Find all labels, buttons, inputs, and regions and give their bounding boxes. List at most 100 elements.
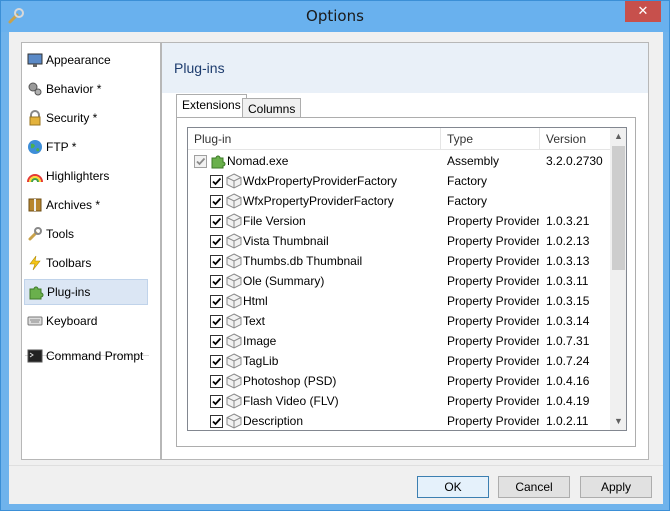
plugin-name: Image (243, 334, 277, 348)
sidebar-item-security[interactable]: Security * (24, 105, 148, 131)
table-row[interactable]: Photoshop (PSD) Property Provider 1.0.4.16 (188, 371, 610, 391)
plugin-list[interactable]: Plug-in Type Version Nomad.exe Assembly 3.… (187, 127, 627, 431)
column-header-plug-in[interactable]: Plug-in (188, 128, 441, 150)
enable-checkbox[interactable] (210, 355, 223, 368)
enable-checkbox[interactable] (210, 335, 223, 348)
plugin-version: 1.0.4.19 (546, 394, 590, 408)
table-row[interactable]: TagLib Property Provider 1.0.7.24 (188, 351, 610, 371)
enable-checkbox[interactable] (210, 255, 223, 268)
plugin-version (546, 191, 610, 211)
table-row[interactable]: Flash Video (FLV) Property Provider 1.0.4.… (188, 391, 610, 411)
table-row[interactable]: Text Property Provider 1.0.3.14 (188, 311, 610, 331)
gears-icon (28, 82, 42, 96)
sidebar-item-keyboard[interactable]: Keyboard (24, 308, 148, 334)
plugin-name: WdxPropertyProviderFactory (243, 174, 398, 188)
cancel-button[interactable]: Cancel (498, 476, 570, 498)
category-sidebar: Appearance Behavior * Security * FTP * H… (21, 42, 161, 460)
table-row[interactable]: File Version Property Provider 1.0.3.21 (188, 211, 610, 231)
plugin-name: Html (243, 294, 268, 308)
scroll-up-arrow-icon[interactable]: ▲ (610, 128, 626, 145)
sidebar-item-tools[interactable]: Tools (24, 221, 148, 247)
table-row[interactable]: WdxPropertyProviderFactory Factory (188, 171, 610, 191)
table-row[interactable]: Description Property Provider 1.0.2.11 (188, 411, 610, 430)
plugin-version (546, 171, 610, 191)
window-title: Options (306, 7, 364, 25)
enable-checkbox[interactable] (210, 395, 223, 408)
options-window: Options ✕ Appearance Behavior * Security… (0, 0, 670, 511)
sidebar-item-label: FTP * (46, 140, 77, 154)
sidebar-item-label: Plug-ins (47, 285, 91, 299)
apply-button[interactable]: Apply (580, 476, 652, 498)
sidebar-item-toolbars[interactable]: Toolbars (24, 250, 148, 276)
enable-checkbox[interactable] (210, 415, 223, 428)
enable-checkbox[interactable] (210, 315, 223, 328)
plugin-type: Property Provider (447, 334, 539, 348)
ok-button[interactable]: OK (417, 476, 489, 498)
plugin-version: 1.0.3.11 (546, 274, 589, 288)
sidebar-item-label: Security * (46, 111, 98, 125)
tab-extensions[interactable]: Extensions (176, 94, 247, 118)
column-header-type[interactable]: Type (441, 128, 540, 150)
sidebar-item-label: Appearance (46, 53, 111, 67)
sidebar-item-command-prompt[interactable]: Command Prompt (24, 343, 148, 369)
table-row[interactable]: Nomad.exe Assembly 3.2.0.2730 (188, 151, 610, 171)
sidebar-item-highlighters[interactable]: Highlighters (24, 163, 148, 189)
scroll-down-arrow-icon[interactable]: ▼ (610, 413, 626, 430)
title-bar[interactable]: Options ✕ (1, 1, 669, 32)
plugin-name: Flash Video (FLV) (243, 394, 339, 408)
column-header-version[interactable]: Version (540, 128, 610, 150)
enable-checkbox[interactable] (210, 235, 223, 248)
globe-icon (28, 140, 42, 154)
plugin-type: Assembly (447, 154, 500, 168)
component-icon (226, 233, 242, 249)
plugin-type: Factory (447, 194, 488, 208)
enable-checkbox[interactable] (210, 195, 223, 208)
lock-icon (29, 110, 41, 126)
component-icon (226, 333, 242, 349)
enable-checkbox[interactable] (210, 275, 223, 288)
enable-checkbox[interactable] (210, 215, 223, 228)
enable-checkbox[interactable] (210, 375, 223, 388)
sidebar-item-plug-ins[interactable]: Plug-ins (24, 279, 148, 305)
table-row[interactable]: Ole (Summary) Property Provider 1.0.3.11 (188, 271, 610, 291)
puzzle-icon (29, 286, 44, 300)
table-row[interactable]: Thumbs.db Thumbnail Property Provider 1.0.… (188, 251, 610, 271)
plugin-type: Property Provider (447, 414, 539, 428)
sidebar-item-label: Archives * (46, 198, 101, 212)
scroll-thumb[interactable] (612, 146, 625, 270)
plugin-type: Factory (447, 174, 488, 188)
close-button[interactable]: ✕ (625, 1, 661, 22)
component-icon (226, 273, 242, 289)
lightning-icon (29, 255, 41, 271)
component-icon (226, 253, 242, 269)
table-row[interactable]: Vista Thumbnail Property Provider 1.0.2.13 (188, 231, 610, 251)
sidebar-item-behavior[interactable]: Behavior * (24, 76, 148, 102)
plugin-version: 1.0.2.13 (546, 234, 590, 248)
sidebar-item-archives[interactable]: Archives * (24, 192, 148, 218)
list-header: Plug-in Type Version (188, 128, 610, 150)
sidebar-item-label: Behavior * (46, 82, 102, 96)
plugin-name: Photoshop (PSD) (243, 374, 337, 388)
component-icon (226, 313, 242, 329)
plugin-type: Property Provider (447, 394, 539, 408)
component-icon (226, 213, 242, 229)
enable-checkbox[interactable] (210, 175, 223, 188)
plugin-name: File Version (243, 214, 306, 228)
enable-checkbox[interactable] (194, 155, 207, 168)
component-icon (226, 173, 242, 189)
sidebar-item-appearance[interactable]: Appearance (24, 47, 148, 73)
table-row[interactable]: Image Property Provider 1.0.7.31 (188, 331, 610, 351)
table-row[interactable]: WfxPropertyProviderFactory Factory (188, 191, 610, 211)
table-row[interactable]: Html Property Provider 1.0.3.15 (188, 291, 610, 311)
plugin-version: 3.2.0.2730 (546, 154, 603, 168)
sidebar-item-ftp[interactable]: FTP * (24, 134, 148, 160)
plugin-name: Ole (Summary) (243, 274, 325, 288)
plugin-name: Vista Thumbnail (243, 234, 329, 248)
plugin-version: 1.0.2.11 (546, 414, 589, 428)
plugin-type: Property Provider (447, 274, 539, 288)
dialog-body: Appearance Behavior * Security * FTP * H… (9, 32, 663, 504)
vertical-scrollbar[interactable]: ▲ ▼ (610, 128, 626, 430)
monitor-icon (27, 53, 43, 67)
enable-checkbox[interactable] (210, 295, 223, 308)
plugin-version: 1.0.7.24 (546, 354, 590, 368)
